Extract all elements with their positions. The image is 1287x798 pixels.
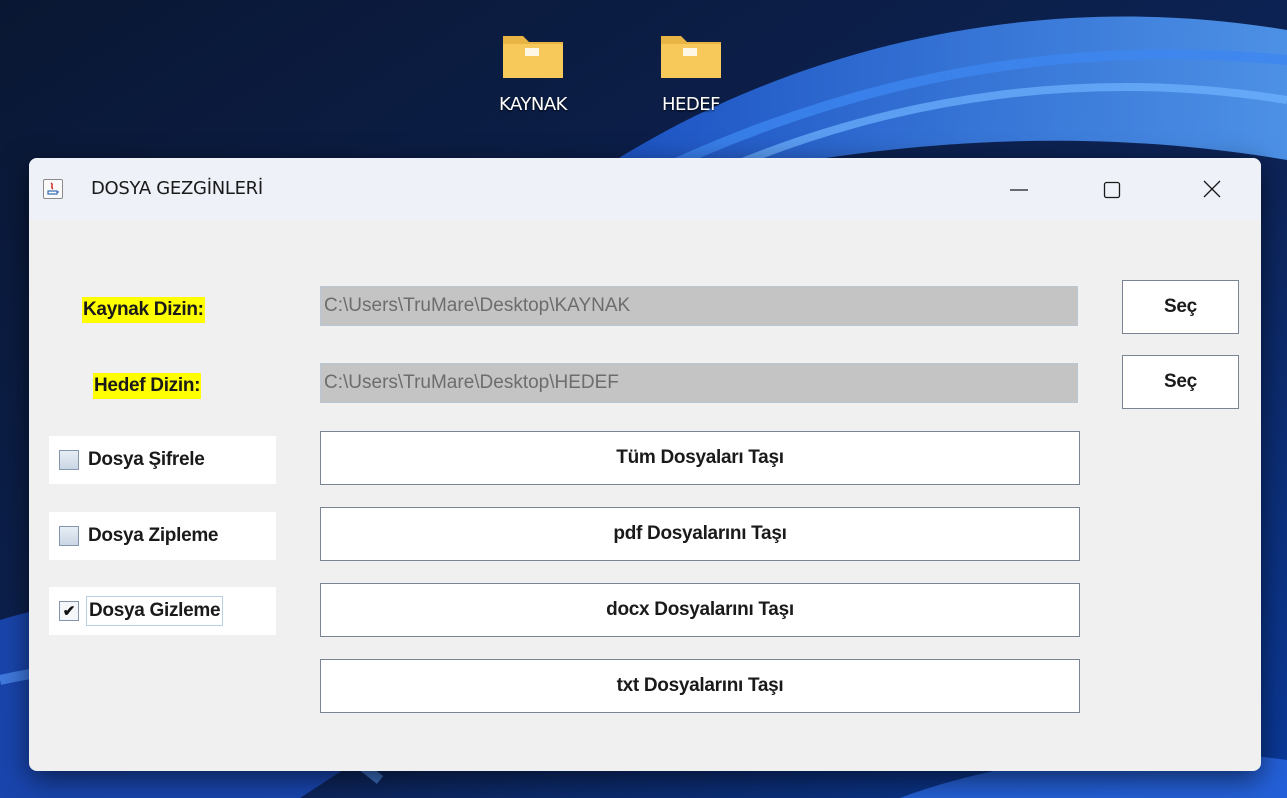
minimize-button[interactable] (995, 168, 1043, 210)
source-path-field[interactable]: C:\Users\TruMare\Desktop\KAYNAK (320, 286, 1078, 326)
move-pdf-files-button[interactable]: pdf Dosyalarını Taşı (320, 507, 1080, 561)
encrypt-checkbox[interactable]: Dosya Şifrele (49, 436, 276, 484)
target-select-button[interactable]: Seç (1122, 355, 1239, 409)
java-icon[interactable] (43, 179, 63, 199)
move-docx-files-button[interactable]: docx Dosyalarını Taşı (320, 583, 1080, 637)
desktop-icon-label: KAYNAK (499, 94, 567, 115)
checkbox-label: Dosya Şifrele (88, 449, 205, 470)
title-bar[interactable]: DOSYA GEZGİNLERİ (29, 158, 1261, 220)
source-dir-label: Kaynak Dizin: (82, 297, 205, 323)
move-all-files-button[interactable]: Tüm Dosyaları Taşı (320, 431, 1080, 485)
move-txt-files-button[interactable]: txt Dosyalarını Taşı (320, 659, 1080, 713)
app-window: DOSYA GEZGİNLERİ Kaynak Dizin: C:\Users\… (29, 158, 1261, 771)
folder-icon (503, 36, 563, 78)
target-path-field[interactable]: C:\Users\TruMare\Desktop\HEDEF (320, 363, 1078, 403)
folder-icon (661, 36, 721, 78)
hide-checkbox[interactable]: ✔ Dosya Gizleme (49, 587, 276, 635)
source-select-button[interactable]: Seç (1122, 280, 1239, 334)
maximize-button[interactable] (1087, 168, 1135, 210)
maximize-icon (1103, 181, 1121, 199)
target-dir-label: Hedef Dizin: (93, 373, 202, 399)
checkbox-square[interactable] (59, 526, 79, 546)
desktop-icon-hedef[interactable]: HEDEF (641, 30, 741, 115)
window-title: DOSYA GEZGİNLERİ (91, 178, 263, 199)
checkbox-square[interactable] (59, 450, 79, 470)
checkbox-label: Dosya Zipleme (88, 525, 219, 546)
checkbox-label: Dosya Gizleme (86, 596, 224, 626)
desktop-icon-kaynak[interactable]: KAYNAK (483, 30, 583, 115)
zip-checkbox[interactable]: Dosya Zipleme (49, 512, 276, 560)
checkmark-icon[interactable]: ✔ (59, 601, 79, 621)
desktop-icon-label: HEDEF (662, 94, 721, 115)
close-button[interactable] (1188, 168, 1236, 210)
close-icon (1203, 180, 1221, 198)
minimize-icon (1010, 189, 1028, 191)
